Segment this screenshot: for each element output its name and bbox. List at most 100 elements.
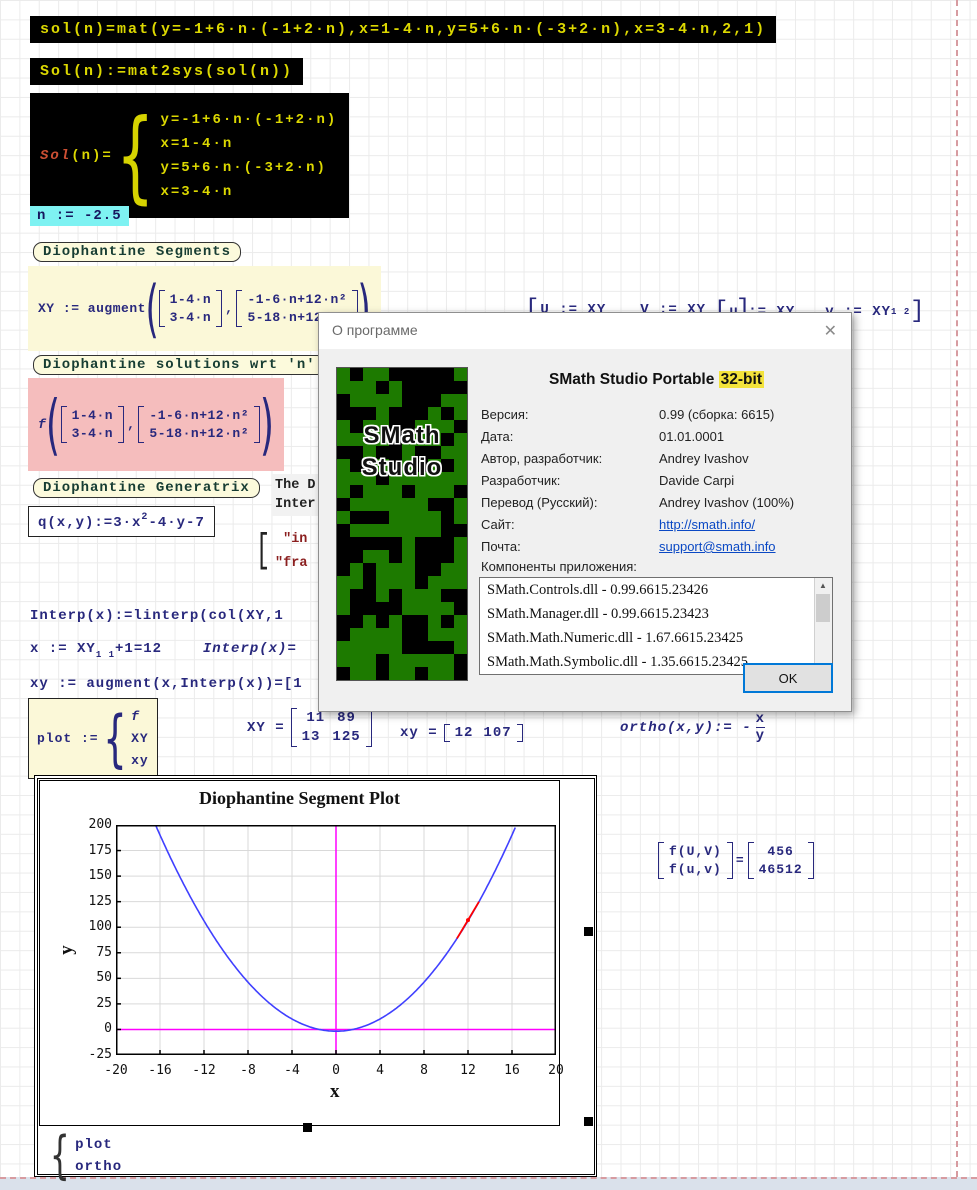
- label-text: Diophantine Segments: [43, 244, 231, 260]
- formula-q-definition[interactable]: q(x,y):=3·x2-4·y-7: [28, 506, 215, 537]
- list-item: ortho: [75, 1156, 122, 1178]
- function-name: Sol: [40, 148, 71, 164]
- author-label: Автор, разработчик:: [481, 451, 602, 466]
- developer-label: Разработчик:: [481, 473, 560, 488]
- matrix-xn: 1-4·n3-4·n: [61, 406, 125, 443]
- plot-brace: {: [103, 702, 127, 775]
- translation-value: Andrey Ivashov (100%): [659, 495, 794, 510]
- label-diophantine-segments[interactable]: Diophantine Segments: [33, 242, 241, 262]
- string-value: "fra: [275, 552, 307, 576]
- string-value: "in: [283, 528, 307, 552]
- formula-text: Interp(x):=linterp(col(XY,1: [30, 608, 284, 624]
- label-diophantine-solutions[interactable]: Diophantine solutions wrt 'n': [33, 355, 326, 375]
- formula-f-call[interactable]: f ( 1-4·n3-4·n , -1-6·n+12·n²5-18·n+12·n…: [28, 378, 284, 471]
- subscript: 1 2: [891, 307, 910, 317]
- components-listbox[interactable]: SMath.Controls.dll - 0.99.6615.23426 SMa…: [479, 577, 833, 675]
- q-post: -4·y-7: [148, 515, 204, 531]
- smath-logo: SMathStudio: [336, 367, 468, 681]
- equation: x=3-4·n: [160, 180, 337, 204]
- resize-handle-corner[interactable]: [584, 1117, 593, 1126]
- email-label: Почта:: [481, 539, 521, 554]
- formula-text: xy := augment(x,Interp(x))=[1: [30, 676, 303, 692]
- date-value: 01.01.0001: [659, 429, 724, 444]
- label-diophantine-generatrix[interactable]: Diophantine Generatrix: [33, 478, 260, 498]
- formula-ortho-definition[interactable]: ortho(x,y):= - x y: [620, 712, 765, 745]
- date-label: Дата:: [481, 429, 513, 444]
- scroll-up-icon[interactable]: ▲: [815, 578, 831, 593]
- component-item[interactable]: SMath.Math.Numeric.dll - 1.67.6615.23425: [480, 626, 815, 650]
- ok-label: OK: [779, 671, 798, 686]
- formula-text: Sol(n):=mat2sys(sol(n)): [40, 63, 293, 80]
- app-title: SMath Studio Portable 32-bit: [474, 371, 839, 389]
- resize-handle-bottom[interactable]: [303, 1123, 312, 1132]
- logo-text: SMathStudio: [337, 420, 467, 485]
- dialog-titlebar[interactable]: О программе ✕: [319, 313, 851, 349]
- q-pre: q(x,y):=3·x: [38, 515, 141, 531]
- text-note[interactable]: The D Inter: [272, 474, 321, 516]
- x-axis-label: x: [330, 1081, 340, 1103]
- dialog-title: О программе: [332, 322, 418, 338]
- components-label: Компоненты приложения:: [481, 559, 637, 574]
- list-brace: {: [50, 1126, 70, 1186]
- site-link[interactable]: http://smath.info/: [659, 517, 755, 532]
- scrollbar-thumb[interactable]: [816, 594, 830, 622]
- chart-box[interactable]: Diophantine Segment Plot -25025507510012…: [39, 780, 560, 1126]
- site-label: Сайт:: [481, 517, 515, 532]
- close-bracket: ]: [910, 298, 925, 325]
- listbox-scrollbar[interactable]: ▲ ▼: [814, 578, 832, 674]
- page-break-line: [956, 0, 958, 1177]
- equation: y=-1+6·n·(-1+2·n): [160, 108, 337, 132]
- developer-value: Davide Carpi: [659, 473, 734, 488]
- component-item[interactable]: SMath.Controls.dll - 0.99.6615.23426: [480, 578, 815, 602]
- xy-matrix: 12107: [444, 724, 523, 742]
- open-paren: (: [145, 272, 159, 345]
- note-line: The D: [275, 476, 321, 495]
- component-item[interactable]: SMath.Manager.dll - 0.99.6615.23423: [480, 602, 815, 626]
- close-icon[interactable]: ✕: [824, 321, 837, 341]
- email-link[interactable]: support@smath.info: [659, 539, 776, 554]
- lhs: xy =: [400, 725, 438, 741]
- formula-fUV-result[interactable]: f(U,V)f(u,v) = 45646512: [658, 842, 814, 879]
- system-brace: {: [116, 97, 155, 214]
- XY-matrix: 1189 13125: [291, 708, 372, 747]
- x-mid: +1=12: [115, 641, 162, 657]
- equation: x=1-4·n: [160, 132, 337, 156]
- formula-xy-result[interactable]: xy = 12107: [400, 724, 523, 742]
- n-assignment[interactable]: n := -2.5: [30, 206, 129, 226]
- formula-interp-definition[interactable]: Interp(x):=linterp(col(XY,1: [30, 608, 318, 624]
- formula-Sol-mat2sys[interactable]: Sol(n):=mat2sys(sol(n)): [30, 58, 303, 85]
- version-label: Версия:: [481, 407, 529, 422]
- note-line: Inter: [275, 495, 321, 514]
- formula-xy-assign[interactable]: xy := augment(x,Interp(x))=[1: [30, 676, 318, 692]
- resize-handle-right[interactable]: [584, 927, 593, 936]
- formula-string-result[interactable]: [ "in "fra: [251, 528, 318, 576]
- translation-label: Перевод (Русский):: [481, 495, 597, 510]
- formula-plot-definition[interactable]: plot := { f XY xy: [28, 698, 158, 779]
- plot-item: f: [131, 706, 149, 728]
- formula-XY-result[interactable]: XY = 1189 13125: [247, 708, 372, 747]
- formula-x-assign[interactable]: x := XY1 1+1=12 Interp(x)=: [30, 641, 318, 660]
- comma: ,: [127, 417, 135, 432]
- ok-button[interactable]: OK: [743, 663, 833, 693]
- lhs-rest: (n)=: [71, 148, 113, 164]
- lhs: ortho(x,y):= -: [620, 720, 752, 736]
- fraction: x y: [756, 712, 765, 745]
- plot-item: XY: [131, 728, 149, 750]
- lhs: plot :=: [37, 731, 99, 746]
- equation: y=5+6·n·(-3+2·n): [160, 156, 337, 180]
- plot-arguments-list[interactable]: { plot ortho: [43, 1126, 122, 1186]
- close-paren: ): [260, 386, 274, 463]
- equals-sign: =: [736, 853, 745, 868]
- fUV-matrix: f(U,V)f(u,v): [658, 842, 733, 879]
- list-item: plot: [75, 1134, 122, 1156]
- formula-text: sol(n)=mat(y=-1+6·n·(-1+2·n),x=1-4·n,y=5…: [40, 21, 766, 38]
- bitness-highlight: 32-bit: [719, 371, 764, 388]
- formula-Sol-system[interactable]: Sol(n)= { y=-1+6·n·(-1+2·n) x=1-4·n y=5+…: [30, 93, 349, 218]
- plot-canvas[interactable]: [116, 825, 556, 1055]
- version-value: 0.99 (сборка: 6615): [659, 407, 774, 422]
- fUV-values: 45646512: [748, 842, 814, 879]
- formula-sol-definition[interactable]: sol(n)=mat(y=-1+6·n·(-1+2·n),x=1-4·n,y=5…: [30, 16, 776, 43]
- open-bracket: [: [256, 540, 270, 564]
- plot-region[interactable]: Diophantine Segment Plot -25025507510012…: [34, 775, 597, 1177]
- interp-eval: Interp(x)=: [203, 641, 297, 657]
